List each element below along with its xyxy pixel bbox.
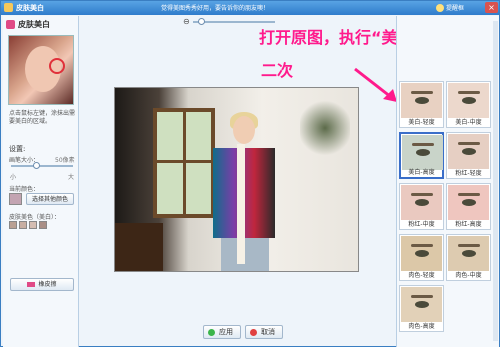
slider-max-label: 大 bbox=[68, 174, 75, 181]
effect-preview-image bbox=[401, 185, 442, 220]
eraser-button-label: 橡皮擦 bbox=[38, 281, 57, 288]
settings-label: 设置: bbox=[9, 145, 26, 153]
effect-preview-image bbox=[448, 236, 489, 271]
eraser-icon bbox=[27, 282, 36, 287]
skin-tone-swatch[interactable] bbox=[9, 221, 17, 229]
effect-thumbnail[interactable]: 粉红-轻度 bbox=[446, 132, 491, 179]
photo-person-head bbox=[233, 116, 255, 144]
effect-preview-image bbox=[448, 83, 489, 118]
effect-preview-image bbox=[448, 134, 489, 169]
effect-preview-brow bbox=[458, 142, 480, 145]
effect-preview-brow bbox=[458, 244, 480, 247]
effect-preview-brow bbox=[411, 193, 433, 196]
effect-preview-eye bbox=[415, 301, 429, 308]
title-notice: 觉得美图秀秀好用，要告诉你的朋友噢！ bbox=[161, 5, 270, 12]
pick-color-button[interactable]: 选择其他颜色 bbox=[26, 193, 74, 205]
apply-button-label: 应用 bbox=[219, 328, 233, 336]
preview-thumbnail bbox=[8, 35, 74, 105]
title-bar: 皮肤美白 觉得美图秀秀好用，要告诉你的朋友噢！ 提醒框 × bbox=[1, 1, 499, 15]
effect-label: 美白-高度 bbox=[408, 169, 435, 176]
effect-thumbnail[interactable]: 肉色-轻度 bbox=[399, 234, 444, 281]
photo-wall-flowers bbox=[300, 98, 350, 158]
effect-preview-brow bbox=[411, 91, 433, 94]
cancel-icon bbox=[250, 329, 257, 336]
effect-label: 美白-轻度 bbox=[408, 119, 435, 126]
effect-preview-brow bbox=[411, 295, 433, 298]
cancel-button[interactable]: 取消 bbox=[245, 325, 283, 339]
effect-preview-image bbox=[401, 236, 442, 271]
current-color-label: 当前颜色： bbox=[9, 186, 40, 193]
panel-title: 皮肤美白 bbox=[18, 20, 50, 29]
effect-thumbnail[interactable]: 粉红-中度 bbox=[399, 183, 444, 230]
effects-scrollbar[interactable] bbox=[493, 21, 498, 341]
check-icon bbox=[208, 329, 215, 336]
photo-canvas[interactable] bbox=[114, 87, 359, 272]
effect-preview-eye bbox=[415, 250, 429, 257]
tip-link[interactable]: 提醒框 bbox=[446, 3, 464, 12]
effect-preview-eye bbox=[462, 97, 476, 104]
effect-preview-image bbox=[402, 135, 443, 170]
effect-label: 肉色-轻度 bbox=[408, 272, 435, 279]
current-color-swatch[interactable] bbox=[9, 193, 22, 205]
brush-cursor-icon bbox=[49, 58, 65, 74]
usage-hint: 点击鼠标左键，涂抹出需要美白的区域。 bbox=[9, 110, 76, 125]
effect-preview-eye bbox=[415, 199, 429, 206]
skin-tone-label: 皮肤美色（美白）： bbox=[9, 214, 61, 221]
pen-size-value: 50像素 bbox=[55, 157, 75, 164]
annotation-line-2: 二次 bbox=[261, 61, 294, 80]
effect-preview-eye bbox=[462, 148, 476, 155]
effect-preview-image bbox=[401, 83, 442, 118]
eraser-button[interactable]: 橡皮擦 bbox=[10, 278, 74, 291]
slider-min-label: 小 bbox=[10, 174, 17, 181]
effect-preview-image bbox=[448, 185, 489, 220]
skin-tone-swatch[interactable] bbox=[29, 221, 37, 229]
effect-thumbnail[interactable]: 肉色-中度 bbox=[446, 234, 491, 281]
settings-panel: 皮肤美白 点击鼠标左键，涂抹出需要美白的区域。 设置: 画笔大小： 50像素 小… bbox=[3, 16, 79, 347]
effect-thumbnail[interactable]: 肉色-高度 bbox=[399, 285, 444, 332]
effect-preview-eye bbox=[416, 149, 430, 156]
app-icon bbox=[4, 3, 13, 12]
photo-person-skirt bbox=[221, 238, 269, 271]
effect-preview-image bbox=[401, 287, 442, 322]
skin-tone-swatch[interactable] bbox=[39, 221, 47, 229]
effect-preview-brow bbox=[458, 193, 480, 196]
skin-tone-swatch[interactable] bbox=[19, 221, 27, 229]
effect-label: 粉红-中度 bbox=[408, 221, 435, 228]
effect-label: 粉红-轻度 bbox=[455, 170, 482, 177]
zoom-slider-knob[interactable] bbox=[198, 18, 206, 25]
effect-label: 肉色-中度 bbox=[455, 272, 482, 279]
photo-person-scarf bbox=[237, 144, 245, 264]
effect-preview-brow bbox=[411, 244, 433, 247]
photo-desk bbox=[115, 223, 163, 271]
effect-preview-eye bbox=[462, 250, 476, 257]
effect-label: 美白-中度 bbox=[455, 119, 482, 126]
effect-preview-brow bbox=[412, 143, 434, 146]
cancel-button-label: 取消 bbox=[261, 328, 275, 336]
effect-thumbnail[interactable]: 粉红-高度 bbox=[446, 183, 491, 230]
photo-window bbox=[153, 108, 215, 218]
effect-thumbnail[interactable]: 美白-高度 bbox=[399, 132, 444, 179]
pen-size-slider[interactable] bbox=[11, 165, 73, 167]
close-button[interactable]: × bbox=[485, 2, 498, 13]
effect-label: 肉色-高度 bbox=[408, 323, 435, 330]
pen-size-slider-knob[interactable] bbox=[32, 162, 40, 169]
effect-label: 粉红-高度 bbox=[455, 221, 482, 228]
skin-whitening-dialog: 皮肤美白 觉得美图秀秀好用，要告诉你的朋友噢！ 提醒框 × 皮肤美白 点击鼠标左… bbox=[0, 0, 500, 347]
effect-preview-eye bbox=[415, 97, 429, 104]
effect-preview-brow bbox=[458, 91, 480, 94]
palette-icon bbox=[6, 20, 15, 29]
effect-thumbnail[interactable]: 美白-中度 bbox=[446, 81, 491, 128]
annotation-arrow-icon bbox=[354, 67, 397, 102]
window-title: 皮肤美白 bbox=[16, 4, 44, 12]
zoom-icon: ⊖ bbox=[183, 17, 190, 26]
zoom-slider[interactable] bbox=[193, 21, 275, 23]
bulb-icon bbox=[436, 4, 444, 12]
effect-preview-eye bbox=[462, 199, 476, 206]
apply-button[interactable]: 应用 bbox=[203, 325, 241, 339]
effect-thumbnail[interactable]: 美白-轻度 bbox=[399, 81, 444, 128]
